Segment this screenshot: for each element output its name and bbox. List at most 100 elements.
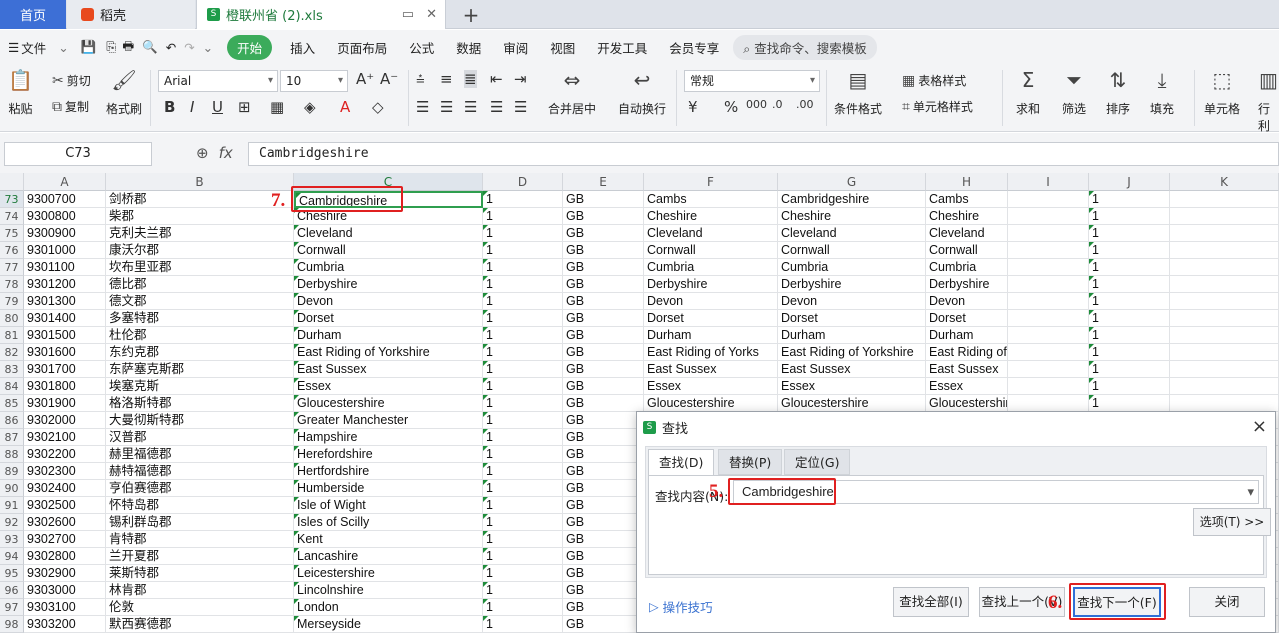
cell-f[interactable]: Derbyshire: [644, 276, 778, 293]
indent-decrease-icon[interactable]: ⇤: [490, 70, 503, 88]
export-icon[interactable]: ⎘: [106, 39, 116, 55]
cell-button[interactable]: ⬚ 单元格: [1204, 68, 1240, 117]
column-header[interactable]: B: [106, 173, 294, 191]
wrap-text-button[interactable]: ↩ 自动换行: [618, 68, 666, 117]
cell-i[interactable]: [1008, 191, 1089, 208]
cell-j[interactable]: 1: [1089, 395, 1170, 412]
row-col-button[interactable]: ▥ 行利: [1258, 68, 1279, 134]
cell-g[interactable]: Gloucestershire: [778, 395, 926, 412]
menu-file[interactable]: 文件: [21, 38, 46, 57]
cell-g[interactable]: Cumbria: [778, 259, 926, 276]
cell-a[interactable]: 9303000: [24, 582, 106, 599]
cell-i[interactable]: [1008, 208, 1089, 225]
cell-k[interactable]: [1170, 208, 1279, 225]
cell-h[interactable]: Derbyshire: [926, 276, 1008, 293]
cell-a[interactable]: 9302400: [24, 480, 106, 497]
formula-input[interactable]: Cambridgeshire: [248, 142, 1279, 166]
cell-i[interactable]: [1008, 310, 1089, 327]
cell-a[interactable]: 9302600: [24, 514, 106, 531]
cell-e[interactable]: GB: [563, 531, 644, 548]
new-tab-button[interactable]: +: [458, 0, 484, 29]
window-mode-icon[interactable]: ▭: [402, 7, 414, 22]
cell-b[interactable]: 怀特岛郡: [106, 497, 294, 514]
align-center-icon[interactable]: ☰: [440, 98, 453, 116]
cell-g[interactable]: Durham: [778, 327, 926, 344]
cell-b[interactable]: 赫里福德郡: [106, 446, 294, 463]
cell-d[interactable]: 1: [483, 531, 563, 548]
border-icon[interactable]: ⊞: [238, 98, 251, 116]
cell-b[interactable]: 林肯郡: [106, 582, 294, 599]
cell-c[interactable]: East Riding of Yorkshire: [294, 344, 483, 361]
percent-icon[interactable]: %: [724, 98, 738, 116]
align-bottom-icon[interactable]: ≣: [464, 70, 477, 88]
cell-a[interactable]: 9301200: [24, 276, 106, 293]
cell-f[interactable]: Gloucestershire: [644, 395, 778, 412]
cell-c[interactable]: Hertfordshire: [294, 463, 483, 480]
menu-home[interactable]: 开始: [227, 34, 273, 60]
cell-h[interactable]: Durham: [926, 327, 1008, 344]
cell-j[interactable]: 1: [1089, 276, 1170, 293]
copy-button[interactable]: ⧉ 复制: [52, 98, 89, 115]
cell-b[interactable]: 杜伦郡: [106, 327, 294, 344]
row-header[interactable]: 76: [0, 242, 24, 259]
cut-button[interactable]: ✂ 剪切: [52, 72, 91, 89]
cell-h[interactable]: Cornwall: [926, 242, 1008, 259]
conditional-format-button[interactable]: ▤ 条件格式: [834, 68, 882, 117]
cell-k[interactable]: [1170, 378, 1279, 395]
indent-increase-icon[interactable]: ⇥: [514, 70, 527, 88]
cell-j[interactable]: 1: [1089, 293, 1170, 310]
cell-b[interactable]: 东约克郡: [106, 344, 294, 361]
cell-d[interactable]: 1: [483, 242, 563, 259]
table-style-button[interactable]: ▦ 表格样式: [902, 72, 966, 89]
cell-d[interactable]: 1: [483, 378, 563, 395]
cell-b[interactable]: 格洛斯特郡: [106, 395, 294, 412]
cell-h[interactable]: Essex: [926, 378, 1008, 395]
cell-k[interactable]: [1170, 344, 1279, 361]
fill-color-icon[interactable]: ◈: [304, 98, 316, 116]
print-icon[interactable]: 🖶: [122, 37, 134, 58]
cell-j[interactable]: 1: [1089, 208, 1170, 225]
cell-a[interactable]: 9302200: [24, 446, 106, 463]
row-header[interactable]: 74: [0, 208, 24, 225]
cell-j[interactable]: 1: [1089, 191, 1170, 208]
filter-button[interactable]: ⏷ 筛选: [1062, 68, 1086, 117]
cell-g[interactable]: East Riding of Yorkshire: [778, 344, 926, 361]
select-all-corner[interactable]: [0, 173, 24, 191]
tab-daoke[interactable]: 稻壳: [67, 0, 195, 29]
cell-d[interactable]: 1: [483, 429, 563, 446]
cell-d[interactable]: 1: [483, 582, 563, 599]
row-header[interactable]: 82: [0, 344, 24, 361]
column-header[interactable]: K: [1170, 173, 1279, 191]
cell-d[interactable]: 1: [483, 616, 563, 633]
row-header[interactable]: 83: [0, 361, 24, 378]
cell-c[interactable]: Kent: [294, 531, 483, 548]
cell-a[interactable]: 9300700: [24, 191, 106, 208]
cell-c[interactable]: Cornwall: [294, 242, 483, 259]
cell-c[interactable]: Devon: [294, 293, 483, 310]
cell-b[interactable]: 康沃尔郡: [106, 242, 294, 259]
cell-d[interactable]: 1: [483, 259, 563, 276]
cell-k[interactable]: [1170, 395, 1279, 412]
cell-i[interactable]: [1008, 242, 1089, 259]
cell-c[interactable]: Isle of Wight: [294, 497, 483, 514]
row-header[interactable]: 93: [0, 531, 24, 548]
cell-d[interactable]: 1: [483, 463, 563, 480]
cell-g[interactable]: Cambridgeshire: [778, 191, 926, 208]
cell-a[interactable]: 9302800: [24, 548, 106, 565]
tips-link[interactable]: ▷ 操作技巧: [649, 597, 713, 616]
column-header[interactable]: A: [24, 173, 106, 191]
cell-e[interactable]: GB: [563, 191, 644, 208]
cell-b[interactable]: 兰开夏郡: [106, 548, 294, 565]
find-all-button[interactable]: 查找全部(I): [893, 587, 969, 617]
cell-a[interactable]: 9301700: [24, 361, 106, 378]
increase-decimal-icon[interactable]: .0: [772, 98, 783, 111]
cell-e[interactable]: GB: [563, 514, 644, 531]
cell-e[interactable]: GB: [563, 259, 644, 276]
cell-b[interactable]: 亨伯赛德郡: [106, 480, 294, 497]
row-header[interactable]: 90: [0, 480, 24, 497]
column-header[interactable]: H: [926, 173, 1008, 191]
cell-k[interactable]: [1170, 293, 1279, 310]
zoom-icon[interactable]: ⊕: [196, 144, 209, 162]
more-icon[interactable]: ⌄: [203, 40, 213, 55]
cell-i[interactable]: [1008, 378, 1089, 395]
